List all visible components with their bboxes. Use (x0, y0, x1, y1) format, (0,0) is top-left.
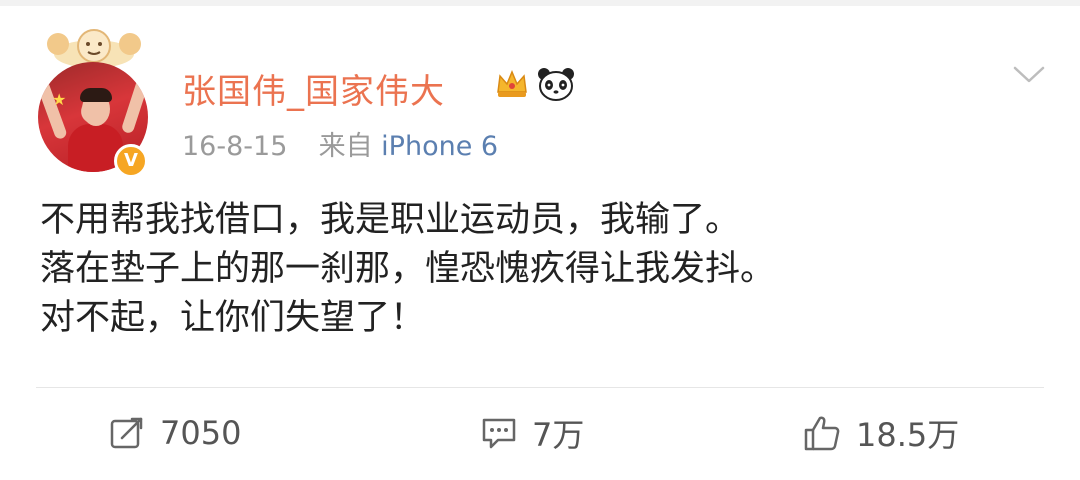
post-date: 16-8-15 (182, 131, 288, 162)
post-content-line: 对不起，让你们失望了！ (40, 298, 426, 338)
username[interactable]: 张国伟_国家伟大 (182, 64, 445, 113)
avatar-area[interactable]: ★ V (30, 24, 160, 178)
post-device[interactable]: iPhone 6 (381, 131, 498, 162)
repost-icon (110, 417, 143, 449)
repost-count: 7050 (160, 414, 242, 452)
divider (36, 387, 1044, 388)
like-button[interactable]: 18.5万 (802, 410, 959, 456)
comment-button[interactable]: 7万 (480, 410, 584, 456)
panda-icon (538, 68, 574, 101)
comment-icon (482, 418, 516, 449)
post-content-line: 落在垫子上的那一刹那，惶恐愧疚得让我发抖。 (40, 249, 776, 289)
source-prefix: 来自 (318, 131, 373, 162)
post-content: 不用帮我找借口，我是职业运动员，我输了。 落在垫子上的那一刹那，惶恐愧疚得让我发… (40, 196, 775, 343)
chevron-down-icon[interactable] (1012, 64, 1046, 86)
crown-icon (497, 70, 527, 97)
post-content-line: 不用帮我找借口，我是职业运动员，我输了。 (40, 200, 741, 240)
verified-badge: V (114, 144, 148, 178)
repost-button[interactable]: 7050 (108, 410, 241, 456)
weibo-post-card: ★ V 张国伟_国家伟大 16-8-15 来自 iPhone 6 不用帮我找借口… (0, 0, 1080, 480)
comment-count: 7万 (532, 416, 585, 454)
post-meta: 16-8-15 来自 iPhone 6 (182, 124, 498, 163)
thumbs-up-icon (804, 416, 840, 451)
like-count: 18.5万 (856, 416, 960, 454)
